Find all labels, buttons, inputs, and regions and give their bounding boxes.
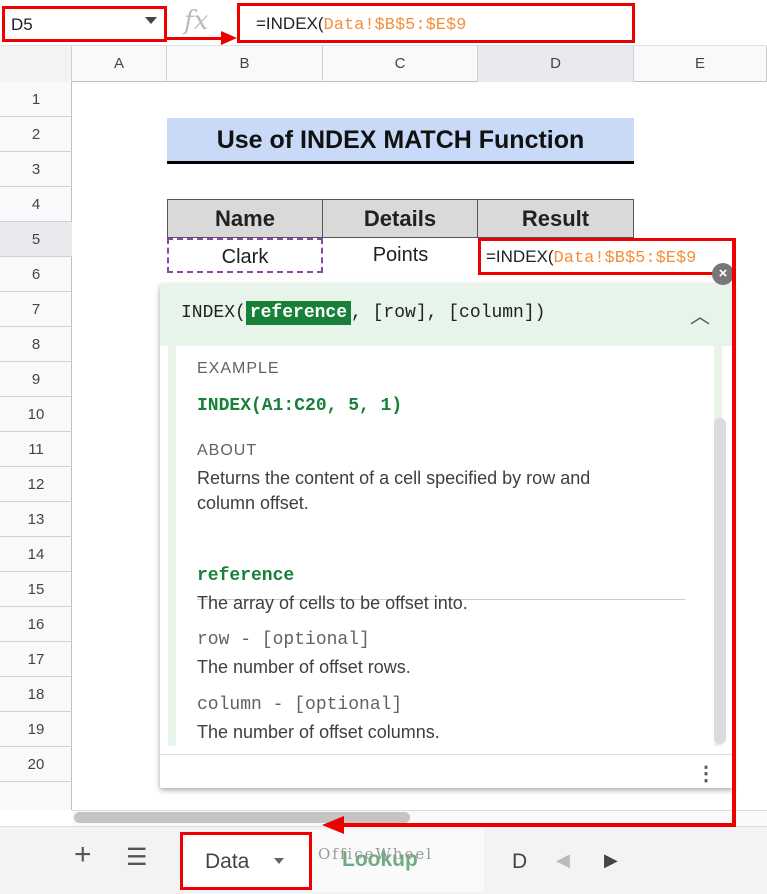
scroll-tabs-left-icon[interactable]: ◀ [556, 850, 570, 871]
row-header[interactable]: 14 [0, 537, 72, 572]
about-label: ABOUT [197, 442, 258, 459]
name-box-value: D5 [11, 15, 33, 34]
row-header[interactable]: 15 [0, 572, 72, 607]
sheet-title-cell[interactable]: Use of INDEX MATCH Function [167, 118, 634, 164]
param-desc: The array of cells to be offset into. [197, 593, 468, 613]
annotation-arrow-head [221, 31, 237, 45]
signature-rest: , [row], [column]) [351, 303, 546, 323]
formula-input[interactable]: =INDEX(Data!$B$5:$E$9 [237, 3, 635, 43]
cell-formula-range: Data!$B$5:$E$9 [553, 249, 697, 268]
function-signature[interactable]: INDEX(reference, [row], [column]) [160, 284, 733, 346]
cell-formula-prefix: =INDEX( [486, 247, 554, 266]
formula-prefix: =INDEX( [256, 14, 324, 33]
about-text-line2: column offset. [197, 493, 309, 513]
column-header-e[interactable]: E [634, 46, 767, 82]
column-header-a[interactable]: A [72, 46, 167, 82]
about-text-line1: Returns the content of a cell specified … [197, 468, 591, 488]
row-header[interactable]: 6 [0, 257, 72, 292]
param-desc: The number of offset rows. [197, 657, 411, 677]
signature-prefix: INDEX( [181, 303, 246, 323]
select-all-corner[interactable] [0, 46, 72, 82]
function-help-popup: INDEX(reference, [row], [column]) ︿ EXAM… [160, 284, 733, 788]
row-header[interactable]: 16 [0, 607, 72, 642]
column-header-c[interactable]: C [323, 46, 478, 82]
row-header[interactable]: 7 [0, 292, 72, 327]
row-header[interactable]: 11 [0, 432, 72, 467]
row-header[interactable]: 5 [0, 222, 72, 257]
annotation-arrow-line [732, 240, 736, 827]
close-icon[interactable]: × [712, 263, 734, 285]
example-label: EXAMPLE [197, 360, 280, 377]
row-header[interactable]: 17 [0, 642, 72, 677]
name-box-dropdown-icon[interactable] [145, 17, 157, 24]
popup-footer: ⋮ [160, 754, 733, 788]
tab-d[interactable]: D [512, 850, 527, 874]
annotation-arrow-line [167, 37, 225, 40]
signature-highlight: reference [245, 301, 352, 325]
param-name: reference [197, 566, 295, 586]
row-header[interactable]: 10 [0, 397, 72, 432]
param-name: column - [optional] [197, 695, 403, 715]
scroll-tabs-right-icon[interactable]: ▶ [604, 850, 618, 871]
cell-b5[interactable]: Clark [167, 238, 323, 273]
row-header[interactable]: 8 [0, 327, 72, 362]
row-header[interactable]: 19 [0, 712, 72, 747]
example-text: INDEX(A1:C20, 5, 1) [197, 396, 403, 416]
annotation-arrow-head [322, 816, 344, 834]
name-box[interactable]: D5 [2, 6, 167, 42]
column-header-b[interactable]: B [167, 46, 323, 82]
add-sheet-icon[interactable]: + [74, 838, 92, 872]
help-body: EXAMPLE INDEX(A1:C20, 5, 1) ABOUT Return… [168, 346, 726, 746]
row-header[interactable]: 3 [0, 152, 72, 187]
more-options-icon[interactable]: ⋮ [696, 761, 716, 786]
header-cell-details[interactable]: Details [322, 199, 478, 238]
formula-bar: D5 fx =INDEX(Data!$B$5:$E$9 [0, 0, 767, 46]
row-header[interactable]: 13 [0, 502, 72, 537]
row-header[interactable]: 12 [0, 467, 72, 502]
row-header[interactable]: 20 [0, 747, 72, 782]
cell-c5[interactable]: Points [323, 238, 478, 273]
cell-d5-editor[interactable]: =INDEX(Data!$B$5:$E$9 [478, 238, 736, 275]
row-header[interactable]: 2 [0, 117, 72, 152]
annotation-arrow-line [343, 823, 736, 827]
param-desc: The number of offset columns. [197, 722, 440, 742]
header-cell-result[interactable]: Result [477, 199, 634, 238]
param-name: row - [optional] [197, 630, 370, 650]
fx-icon: fx [184, 6, 209, 36]
row-header[interactable]: 9 [0, 362, 72, 397]
header-cell-name[interactable]: Name [167, 199, 323, 238]
tab-data-label: Data [205, 850, 250, 873]
tab-dropdown-icon[interactable] [274, 858, 284, 864]
formula-range: Data!$B$5:$E$9 [323, 16, 467, 35]
chevron-up-icon[interactable]: ︿ [690, 300, 710, 329]
watermark-logo: OfficeWheel [318, 845, 434, 863]
row-headers: 1 2 3 4 5 6 7 8 9 10 11 12 13 14 15 16 1… [0, 82, 72, 810]
row-header[interactable]: 1 [0, 82, 72, 117]
tab-data[interactable]: Data [180, 832, 312, 890]
row-header[interactable]: 4 [0, 187, 72, 222]
column-headers: A B C D E [0, 46, 767, 82]
popup-scrollbar[interactable] [714, 418, 726, 744]
column-header-d[interactable]: D [478, 46, 634, 82]
row-header[interactable]: 18 [0, 677, 72, 712]
horizontal-scrollbar-thumb[interactable] [74, 812, 410, 823]
all-sheets-menu-icon[interactable]: ☰ [126, 843, 148, 872]
